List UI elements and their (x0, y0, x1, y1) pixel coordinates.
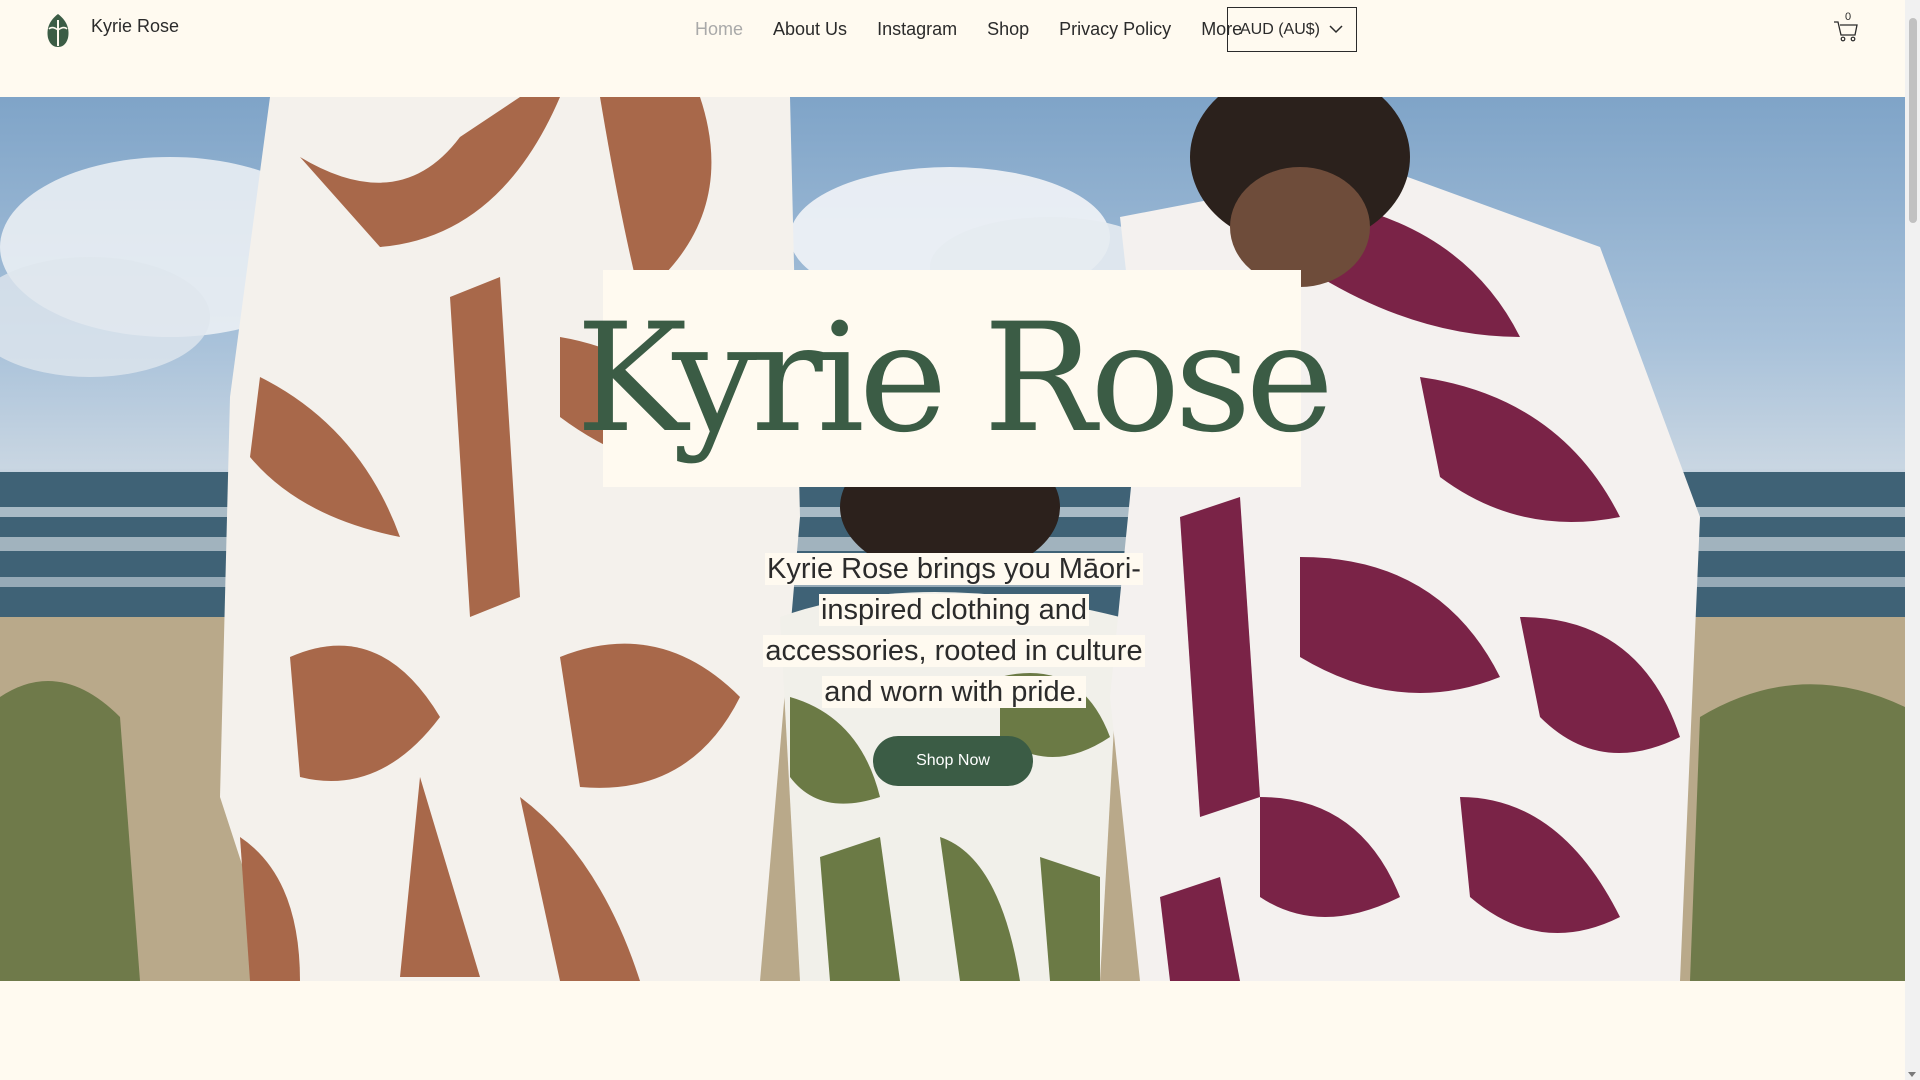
nav-home[interactable]: Home (680, 19, 758, 40)
site-header: Kyrie Rose Home About Us Instagram Shop … (0, 0, 1905, 97)
nav-shop[interactable]: Shop (972, 19, 1044, 40)
hero-background-image (0, 97, 1905, 981)
nav-about-us[interactable]: About Us (758, 19, 862, 40)
currency-selector[interactable]: AUD (AU$) (1227, 7, 1357, 52)
main-nav: Home About Us Instagram Shop Privacy Pol… (680, 0, 1257, 58)
scrollbar-thumb[interactable] (1909, 18, 1917, 223)
brand-name[interactable]: Kyrie Rose (91, 16, 179, 37)
leaf-logo-icon[interactable] (44, 12, 72, 48)
page-scrollbar[interactable] (1905, 0, 1920, 1080)
cart-button[interactable]: 0 (1832, 11, 1860, 42)
nav-privacy-policy[interactable]: Privacy Policy (1044, 19, 1186, 40)
cart-count: 0 (1844, 11, 1852, 23)
shop-now-button[interactable]: Shop Now (873, 736, 1033, 786)
hero-tagline-text: Kyrie Rose brings you Māori-inspired clo… (763, 553, 1145, 708)
nav-instagram[interactable]: Instagram (862, 19, 972, 40)
hero-title: Kyrie Rose (575, 291, 1334, 466)
chevron-down-icon (1329, 25, 1343, 34)
scroll-down-arrow-icon[interactable] (1908, 1072, 1916, 1077)
hero-title-box: Kyrie Rose (576, 270, 1334, 487)
hero-tagline: Kyrie Rose brings you Māori-inspired clo… (760, 549, 1148, 713)
hero-section: Kyrie Rose Kyrie Rose brings you Māori-i… (0, 97, 1905, 981)
currency-value: AUD (AU$) (1240, 20, 1321, 38)
